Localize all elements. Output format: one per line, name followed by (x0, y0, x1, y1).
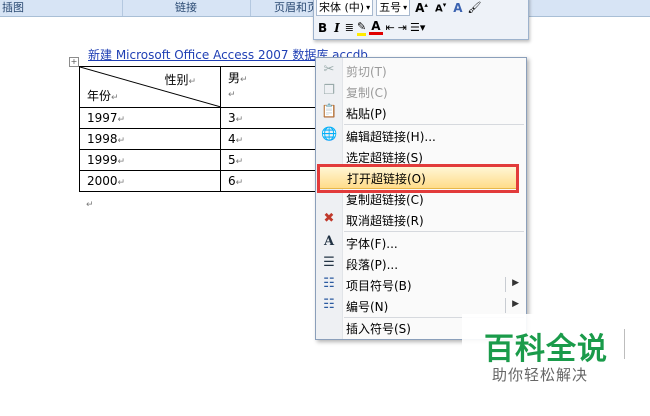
table-cell-year[interactable]: 2000↵ (79, 170, 221, 192)
font-color-icon[interactable]: A (369, 20, 383, 35)
menu-item-bullets[interactable]: ☷ 项目符号(B) ▶ (316, 274, 526, 295)
grow-font-icon[interactable]: A▴ (413, 1, 430, 15)
decrease-indent-icon[interactable]: ⇤ (386, 21, 395, 34)
menu-item-remove-hyperlink[interactable]: ✖ 取消超链接(R) (316, 209, 526, 230)
table-row: 1998↵ 4↵ (79, 128, 319, 150)
header-gender: 性别↵ (164, 73, 196, 87)
font-icon: A (323, 234, 335, 249)
table-move-handle[interactable]: + (69, 57, 79, 67)
shrink-font-icon[interactable]: A▾ (433, 1, 448, 14)
menu-item-cut[interactable]: ✂ 剪切(T) (316, 60, 526, 81)
submenu-separator (505, 298, 506, 313)
menu-item-font[interactable]: A 字体(F)... (316, 232, 526, 253)
table-row: 1999↵ 5↵ (79, 149, 319, 171)
copy-icon: ❐ (323, 83, 335, 98)
font-size-select[interactable]: 五号 ▾ (376, 0, 411, 16)
table-row: 2000↵ 6↵ (79, 170, 319, 192)
scissors-icon: ✂ (323, 62, 335, 77)
divider-line (624, 329, 625, 359)
center-align-icon[interactable]: ≣ (345, 21, 354, 34)
submenu-arrow-icon: ▶ (512, 299, 519, 309)
data-table: 性别↵ 年份↵ 男↵ ↵ 1997↵ 3↵ 1998↵ 4↵ 1999↵ 5↵ … (79, 66, 319, 192)
edit-link-icon: 🌐 (321, 127, 338, 142)
header-male-cell[interactable]: 男↵ ↵ (220, 66, 319, 108)
format-painter-icon[interactable]: 🖌 (468, 1, 482, 14)
text-style-icon[interactable]: A (451, 1, 464, 15)
highlight-icon[interactable]: ✎ (357, 20, 367, 36)
table-cell-value[interactable]: 5↵ (220, 149, 319, 171)
italic-button[interactable]: I (332, 21, 342, 35)
bold-button[interactable]: B (316, 21, 329, 35)
menu-item-numbering[interactable]: ☷ 编号(N) ▶ (316, 295, 526, 316)
submenu-arrow-icon: ▶ (512, 278, 519, 288)
table-cell-year[interactable]: 1999↵ (79, 149, 221, 171)
numbering-icon: ☷ (323, 297, 335, 312)
remove-link-icon: ✖ (323, 211, 335, 226)
ribbon-group-illustrations[interactable]: 插图 (0, 0, 123, 16)
table-cell-year[interactable]: 1997↵ (79, 107, 221, 129)
menu-item-edit-hyperlink[interactable]: 🌐 编辑超链接(H)... (316, 125, 526, 146)
ribbon-group-links[interactable]: 链接 (122, 0, 251, 16)
font-name-select[interactable]: 宋体 (中) ▾ (316, 0, 374, 16)
table-cell-year[interactable]: 1998↵ (79, 128, 221, 150)
table-cell-value[interactable]: 4↵ (220, 128, 319, 150)
table-cell-value[interactable]: 6↵ (220, 170, 319, 192)
context-menu: ✂ 剪切(T) ❐ 复制(C) 📋 粘贴(P) 🌐 编辑超链接(H)... 选定… (315, 57, 527, 340)
watermark-subtitle: 助你轻松解决 (492, 366, 589, 384)
menu-item-paragraph[interactable]: ☰ 段落(P)... (316, 253, 526, 274)
mini-toolbar: 宋体 (中) ▾ 五号 ▾ A▴ A▾ A 🖌 B I ≣ ✎ A ⇤ ⇥ ☰▾ (313, 0, 529, 40)
table-cell-value[interactable]: 3↵ (220, 107, 319, 129)
submenu-separator (505, 277, 506, 292)
bullets-icon: ☷ (323, 276, 335, 291)
watermark: 百科全说 助你轻松解决 (462, 314, 632, 400)
paragraph-mark: ↵ (86, 200, 94, 210)
header-year: 年份↵ (87, 89, 119, 103)
bullets-icon[interactable]: ☰▾ (410, 21, 425, 34)
watermark-title: 百科全说 (484, 332, 608, 367)
menu-item-paste[interactable]: 📋 粘贴(P) (316, 102, 526, 123)
highlight-annotation-box (317, 164, 519, 193)
diagonal-header-cell[interactable]: 性别↵ 年份↵ (79, 66, 221, 108)
increase-indent-icon[interactable]: ⇥ (398, 21, 407, 34)
menu-item-copy[interactable]: ❐ 复制(C) (316, 81, 526, 102)
paragraph-icon: ☰ (323, 255, 335, 270)
table-row: 1997↵ 3↵ (79, 107, 319, 129)
paste-icon: 📋 (321, 104, 338, 119)
